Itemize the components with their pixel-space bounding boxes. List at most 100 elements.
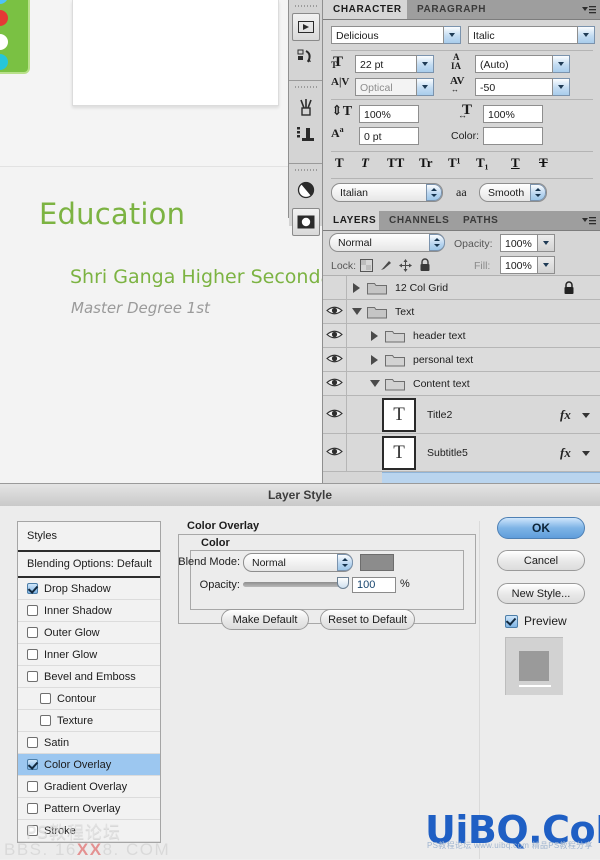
checkbox-gradient-overlay[interactable] xyxy=(27,781,38,792)
tab-character[interactable]: CHARACTER xyxy=(323,0,412,19)
kerning-input[interactable]: Optical xyxy=(355,78,417,96)
preview-checkbox-row[interactable]: Preview xyxy=(505,614,567,628)
panel-menu-icon[interactable] xyxy=(581,4,597,16)
font-style-input[interactable]: Italic xyxy=(468,26,578,44)
effect-gradient-overlay[interactable]: Gradient Overlay xyxy=(18,776,160,798)
checkbox-color-overlay[interactable] xyxy=(27,759,38,770)
brushes-icon[interactable] xyxy=(293,94,319,120)
eye-icon[interactable] xyxy=(326,445,343,460)
table-row[interactable]: personal text xyxy=(323,348,600,372)
fill-input[interactable]: 100% xyxy=(500,256,538,274)
reset-to-default-button[interactable]: Reset to Default xyxy=(320,609,415,630)
eye-icon[interactable] xyxy=(326,304,343,319)
layer-thumbnail[interactable]: T xyxy=(382,436,416,470)
group-expand-triangle[interactable] xyxy=(371,355,378,365)
checkbox-drop-shadow[interactable] xyxy=(27,583,38,594)
effect-pattern-overlay[interactable]: Pattern Overlay xyxy=(18,798,160,820)
dialog-titlebar[interactable]: Layer Style xyxy=(0,484,600,507)
effect-stroke[interactable]: Stroke xyxy=(18,820,160,842)
checkbox-outer-glow[interactable] xyxy=(27,627,38,638)
opacity-slider-track[interactable] xyxy=(243,582,343,587)
visibility-toggle[interactable] xyxy=(323,348,347,371)
dock-grip[interactable] xyxy=(295,166,317,174)
styles-list-header[interactable]: Styles xyxy=(18,522,160,552)
table-row[interactable]: T Title2 fx xyxy=(323,396,600,434)
eye-icon[interactable] xyxy=(326,407,343,422)
visibility-toggle[interactable] xyxy=(323,324,347,347)
cancel-button[interactable]: Cancel xyxy=(497,550,585,571)
subscript-button[interactable]: T₁ xyxy=(476,155,489,171)
superscript-button[interactable]: T¹ xyxy=(448,155,461,171)
table-row[interactable]: 12 Col Grid xyxy=(323,276,600,300)
tab-paths[interactable]: PATHS xyxy=(453,211,509,230)
make-default-button[interactable]: Make Default xyxy=(221,609,309,630)
all-caps-button[interactable]: TT xyxy=(387,155,404,171)
effect-color-overlay[interactable]: Color Overlay xyxy=(18,754,160,776)
small-caps-button[interactable]: Tr xyxy=(419,155,432,171)
font-family-dropdown-arrow[interactable] xyxy=(444,26,461,44)
checkbox-inner-glow[interactable] xyxy=(27,649,38,660)
leading-input[interactable]: (Auto) xyxy=(475,55,553,73)
kerning-dropdown-arrow[interactable] xyxy=(417,78,434,96)
leading-dropdown-arrow[interactable] xyxy=(553,55,570,73)
faux-italic-button[interactable]: T xyxy=(361,155,369,171)
table-row[interactable]: Text xyxy=(323,300,600,324)
overlay-color-swatch[interactable] xyxy=(360,554,394,571)
checkbox-pattern-overlay[interactable] xyxy=(27,803,38,814)
effect-outer-glow[interactable]: Outer Glow xyxy=(18,622,160,644)
eye-icon[interactable] xyxy=(326,376,343,391)
tracking-input[interactable]: -50 xyxy=(475,78,553,96)
opacity-value-input[interactable]: 100 xyxy=(352,577,396,593)
tab-layers[interactable]: LAYERS xyxy=(323,211,387,230)
dock-grip[interactable] xyxy=(295,2,317,10)
adjustments-icon[interactable] xyxy=(293,177,319,203)
lock-image-pixels-icon[interactable] xyxy=(379,259,393,275)
tab-channels[interactable]: CHANNELS xyxy=(379,211,460,230)
group-expand-triangle[interactable] xyxy=(353,283,360,293)
strikethrough-button[interactable]: T xyxy=(539,155,548,171)
group-expand-triangle[interactable] xyxy=(352,308,362,315)
underline-button[interactable]: T xyxy=(511,155,520,171)
lock-position-icon[interactable] xyxy=(399,259,412,275)
font-family-input[interactable]: Delicious xyxy=(331,26,444,44)
clone-source-icon[interactable] xyxy=(293,121,319,147)
checkbox-texture[interactable] xyxy=(40,715,51,726)
checkbox-contour[interactable] xyxy=(40,693,51,704)
new-style-button[interactable]: New Style... xyxy=(497,583,585,604)
layer-fx-badge[interactable]: fx xyxy=(560,445,571,461)
checkbox-preview[interactable] xyxy=(505,614,518,628)
text-color-swatch[interactable] xyxy=(483,127,543,145)
checkbox-inner-shadow[interactable] xyxy=(27,605,38,616)
blend-mode-spin-arrows[interactable] xyxy=(429,234,445,251)
effect-satin[interactable]: Satin xyxy=(18,732,160,754)
blend-mode-spin-arrows-dialog[interactable] xyxy=(337,554,353,571)
eye-icon[interactable] xyxy=(326,328,343,343)
effect-contour[interactable]: Contour xyxy=(18,688,160,710)
font-size-input[interactable]: 22 pt xyxy=(355,55,417,73)
animation-icon[interactable] xyxy=(292,13,320,41)
layer-fx-expand-triangle[interactable] xyxy=(582,413,590,418)
opacity-dropdown-arrow[interactable] xyxy=(538,234,555,252)
layer-fx-badge[interactable]: fx xyxy=(560,407,571,423)
fill-dropdown-arrow[interactable] xyxy=(538,256,555,274)
dock-grip[interactable] xyxy=(295,83,317,91)
baseline-shift-input[interactable]: 0 pt xyxy=(359,127,419,145)
eye-icon[interactable] xyxy=(326,352,343,367)
table-row[interactable]: T Subtitle5 fx xyxy=(323,434,600,472)
ok-button[interactable]: OK xyxy=(497,517,585,539)
effect-texture[interactable]: Texture xyxy=(18,710,160,732)
masks-icon[interactable] xyxy=(292,208,320,236)
language-spin-arrows[interactable] xyxy=(426,184,442,201)
visibility-toggle[interactable] xyxy=(323,276,347,299)
group-expand-triangle[interactable] xyxy=(371,331,378,341)
lock-all-icon[interactable] xyxy=(419,258,431,275)
checkbox-bevel-and-emboss[interactable] xyxy=(27,671,38,682)
effect-drop-shadow[interactable]: Drop Shadow xyxy=(18,578,160,600)
visibility-toggle[interactable] xyxy=(323,300,347,323)
vertical-scale-input[interactable]: 100% xyxy=(359,105,419,123)
visibility-toggle[interactable] xyxy=(323,372,347,395)
horizontal-scale-input[interactable]: 100% xyxy=(483,105,543,123)
opacity-input[interactable]: 100% xyxy=(500,234,538,252)
font-size-dropdown-arrow[interactable] xyxy=(417,55,434,73)
effect-bevel-and-emboss[interactable]: Bevel and Emboss xyxy=(18,666,160,688)
